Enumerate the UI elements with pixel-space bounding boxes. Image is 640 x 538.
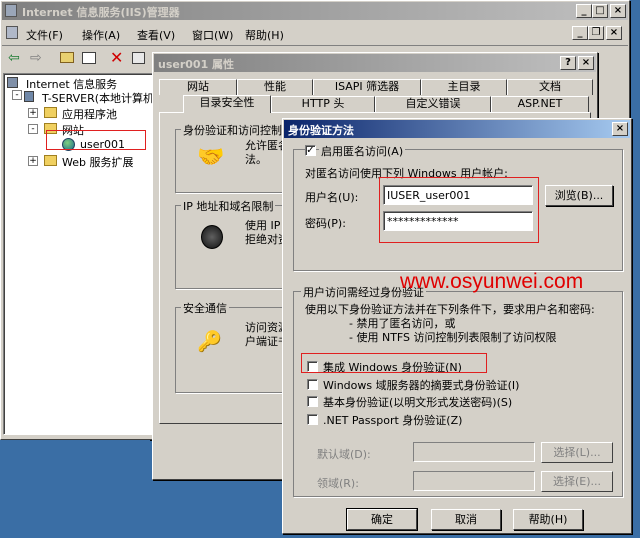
tab-directory-security[interactable]: 目录安全性 bbox=[183, 95, 271, 113]
expand-icon[interactable]: + bbox=[28, 156, 38, 166]
cancel-button[interactable]: 取消 bbox=[431, 509, 501, 530]
collapse-icon[interactable]: - bbox=[12, 90, 22, 100]
mdi-restore-button[interactable]: ❐ bbox=[588, 26, 604, 40]
tab-label: 文档 bbox=[539, 80, 561, 93]
menu-file[interactable]: 文件(F) bbox=[26, 27, 63, 43]
mmc-doc-icon bbox=[6, 26, 18, 39]
iis-app-icon bbox=[5, 4, 17, 17]
auth-title-bar: 身份验证方法 × bbox=[284, 120, 630, 138]
tab-documents[interactable]: 文档 bbox=[507, 79, 593, 95]
properties-title: user001 属性 bbox=[158, 58, 235, 71]
credentials-highlight-box bbox=[379, 177, 539, 243]
up-folder-icon[interactable] bbox=[60, 52, 74, 63]
browse-label: 浏览(B)... bbox=[554, 189, 604, 202]
auth-access-group-label: 身份验证和访问控制 bbox=[181, 122, 284, 138]
menu-window[interactable]: 窗口(W) bbox=[192, 27, 233, 43]
realm-input[interactable] bbox=[413, 471, 535, 491]
enable-anon-label[interactable]: 启用匿名访问(A) bbox=[319, 143, 406, 159]
iis-title-bar: Internet 信息服务(IIS)管理器 _ □ × bbox=[2, 2, 628, 20]
digest-checkbox[interactable] bbox=[307, 379, 318, 390]
select-domain-button[interactable]: 选择(L)... bbox=[541, 442, 613, 463]
tab-label: ASP.NET bbox=[517, 97, 563, 110]
delete-icon[interactable]: ✕ bbox=[110, 48, 123, 67]
auth-methods-dialog: 身份验证方法 × ✓ 启用匿名访问(A) 对匿名访问使用下列 Windows 用… bbox=[282, 118, 632, 534]
mdi-minimize-button[interactable]: _ bbox=[572, 26, 588, 40]
auth-title: 身份验证方法 bbox=[288, 124, 354, 137]
folder-icon bbox=[44, 155, 57, 166]
maximize-button[interactable]: □ bbox=[592, 4, 608, 18]
close-button[interactable]: × bbox=[610, 4, 626, 18]
menu-help[interactable]: 帮助(H) bbox=[245, 27, 284, 43]
menu-bar: 文件(F) 操作(A) 查看(V) 窗口(W) 帮助(H) _ ❐ × bbox=[2, 23, 628, 43]
select-domain-label: 选择(L)... bbox=[553, 446, 601, 459]
passport-checkbox[interactable] bbox=[307, 414, 318, 425]
digest-label[interactable]: Windows 域服务器的摘要式身份验证(I) bbox=[323, 377, 519, 393]
watermark-text: www.osyunwei.com bbox=[400, 270, 584, 293]
tab-aspnet[interactable]: ASP.NET bbox=[491, 96, 589, 112]
menu-view[interactable]: 查看(V) bbox=[137, 27, 175, 43]
back-arrow-icon[interactable]: ⇦ bbox=[8, 50, 20, 66]
auth-desc-line3: - 使用 NTFS 访问控制列表限制了访问权限 bbox=[349, 331, 557, 344]
lock-icon bbox=[201, 225, 223, 249]
basic-label[interactable]: 基本身份验证(以明文形式发送密码)(S) bbox=[323, 394, 512, 410]
basic-checkbox[interactable] bbox=[307, 396, 318, 407]
tree-item-server[interactable]: T-SERVER(本地计算机 bbox=[42, 90, 154, 106]
username-label: 用户名(U): bbox=[305, 191, 359, 204]
realm-label: 领域(R): bbox=[317, 477, 359, 490]
handshake-icon: 🤝 bbox=[197, 145, 225, 170]
mdi-close-button[interactable]: × bbox=[606, 26, 622, 40]
server-icon bbox=[24, 91, 34, 102]
ok-button[interactable]: 确定 bbox=[346, 508, 418, 531]
iis-root-icon bbox=[7, 77, 18, 88]
default-domain-input[interactable] bbox=[413, 442, 535, 462]
enable-anon-checkbox[interactable]: ✓ bbox=[305, 145, 316, 156]
help-label: 帮助(H) bbox=[528, 513, 568, 526]
tab-label: HTTP 头 bbox=[301, 97, 345, 110]
password-label: 密码(P): bbox=[305, 217, 346, 230]
ip-restrict-group-label: IP 地址和域名限制 bbox=[181, 198, 276, 214]
collapse-icon[interactable]: - bbox=[28, 124, 38, 134]
tab-label: 目录安全性 bbox=[199, 96, 255, 109]
tab-website[interactable]: 网站 bbox=[159, 79, 237, 95]
help-button[interactable]: 帮助(H) bbox=[513, 509, 583, 530]
tab-custom-errors[interactable]: 自定义错误 bbox=[375, 96, 491, 112]
ok-label: 确定 bbox=[371, 513, 393, 526]
browse-button[interactable]: 浏览(B)... bbox=[545, 185, 613, 206]
help-question-button[interactable]: ? bbox=[560, 56, 576, 70]
user001-highlight-box bbox=[46, 130, 146, 150]
select-realm-button[interactable]: 选择(E)... bbox=[541, 471, 613, 492]
folder-icon bbox=[44, 107, 57, 118]
tree-item-app-pools[interactable]: 应用程序池 bbox=[62, 106, 117, 122]
expand-icon[interactable]: + bbox=[28, 108, 38, 118]
tab-label: 主目录 bbox=[447, 80, 481, 93]
secure-comm-group-label: 安全通信 bbox=[181, 300, 229, 316]
tab-label: 性能 bbox=[264, 80, 286, 93]
tab-performance[interactable]: 性能 bbox=[237, 79, 313, 95]
forward-arrow-icon[interactable]: ⇨ bbox=[30, 50, 42, 66]
properties-title-bar: user001 属性 ? × bbox=[154, 54, 596, 72]
show-tree-icon[interactable] bbox=[82, 52, 96, 64]
tab-label: ISAPI 筛选器 bbox=[334, 80, 400, 93]
auth-close-button[interactable]: × bbox=[612, 122, 628, 136]
tab-label: 自定义错误 bbox=[405, 97, 461, 110]
desktop-background bbox=[0, 440, 150, 538]
tab-http-headers[interactable]: HTTP 头 bbox=[271, 96, 375, 112]
cancel-label: 取消 bbox=[455, 513, 477, 526]
minimize-button[interactable]: _ bbox=[576, 4, 592, 18]
iis-window-title: Internet 信息服务(IIS)管理器 bbox=[22, 6, 180, 19]
menu-action[interactable]: 操作(A) bbox=[82, 27, 120, 43]
tree-item-web-ext[interactable]: Web 服务扩展 bbox=[62, 154, 133, 170]
default-domain-label: 默认域(D): bbox=[317, 448, 371, 461]
tab-isapi[interactable]: ISAPI 筛选器 bbox=[313, 79, 421, 95]
tab-label: 网站 bbox=[187, 80, 209, 93]
select-realm-label: 选择(E)... bbox=[552, 475, 602, 488]
tab-home-dir[interactable]: 主目录 bbox=[421, 79, 507, 95]
key-icon: 🔑 bbox=[197, 329, 222, 353]
passport-label[interactable]: .NET Passport 身份验证(Z) bbox=[323, 412, 462, 428]
tree-pane: Internet 信息服务 - T-SERVER(本地计算机 + 应用程序池 -… bbox=[3, 73, 154, 435]
properties-close-button[interactable]: × bbox=[578, 56, 594, 70]
properties-icon[interactable] bbox=[132, 52, 145, 64]
integrated-highlight-box bbox=[301, 353, 487, 373]
